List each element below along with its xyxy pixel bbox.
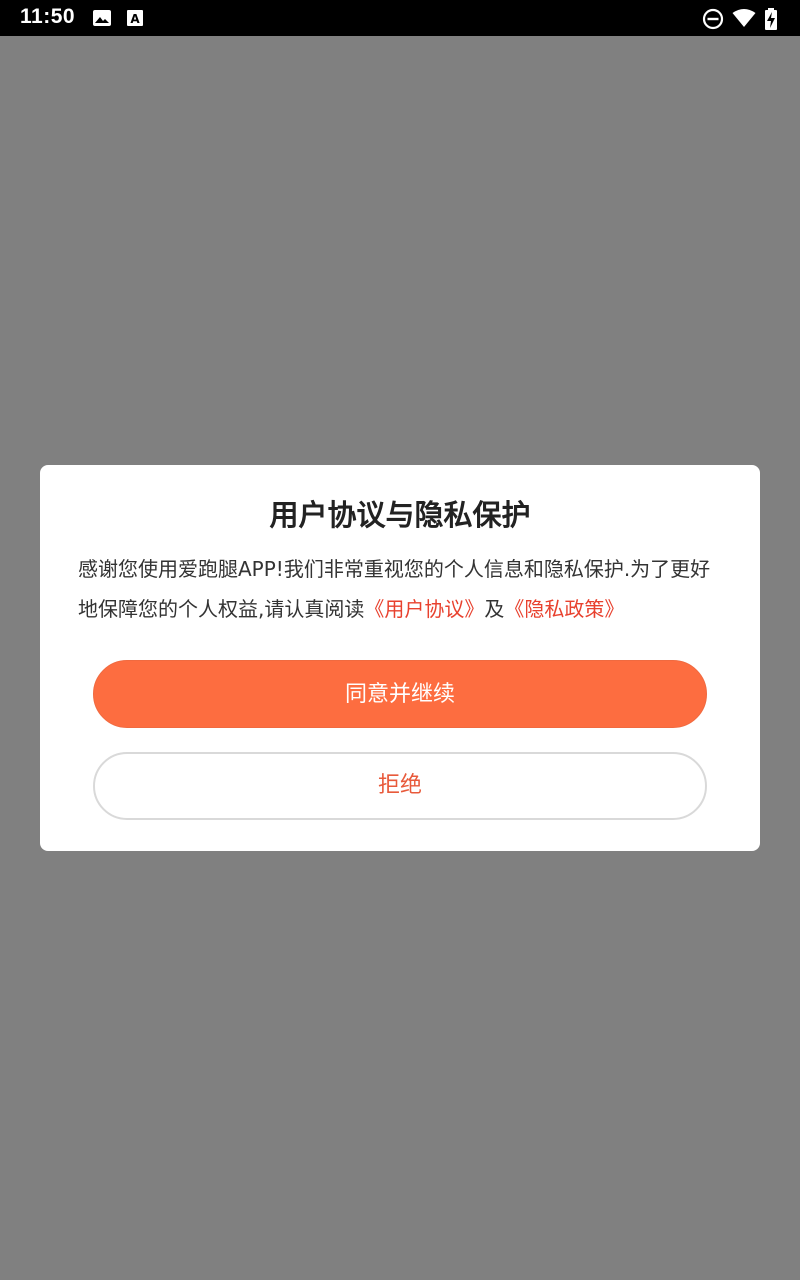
conjunction-text: 及 [484, 597, 505, 621]
user-agreement-link[interactable]: 《用户协议》 [364, 597, 484, 621]
reject-button[interactable]: 拒绝 [93, 752, 707, 820]
dialog-message: 感谢您使用爱跑腿APP!我们非常重视您的个人信息和隐私保护.为了更好地保障您的个… [78, 549, 724, 629]
font-download-icon: A [126, 8, 148, 28]
svg-text:A: A [130, 12, 140, 26]
do-not-disturb-icon [702, 8, 724, 30]
dialog-title: 用户协议与隐私保护 [269, 498, 531, 532]
status-time: 11:50 [20, 5, 76, 28]
wifi-icon [732, 8, 756, 28]
privacy-dialog: 用户协议与隐私保护 感谢您使用爱跑腿APP!我们非常重视您的个人信息和隐私保护.… [40, 465, 760, 851]
status-bar: 11:50 A [0, 0, 800, 36]
privacy-policy-link[interactable]: 《隐私政策》 [504, 597, 624, 621]
battery-charging-icon [764, 8, 778, 30]
image-icon [92, 8, 114, 28]
agree-continue-button[interactable]: 同意并继续 [93, 660, 707, 728]
